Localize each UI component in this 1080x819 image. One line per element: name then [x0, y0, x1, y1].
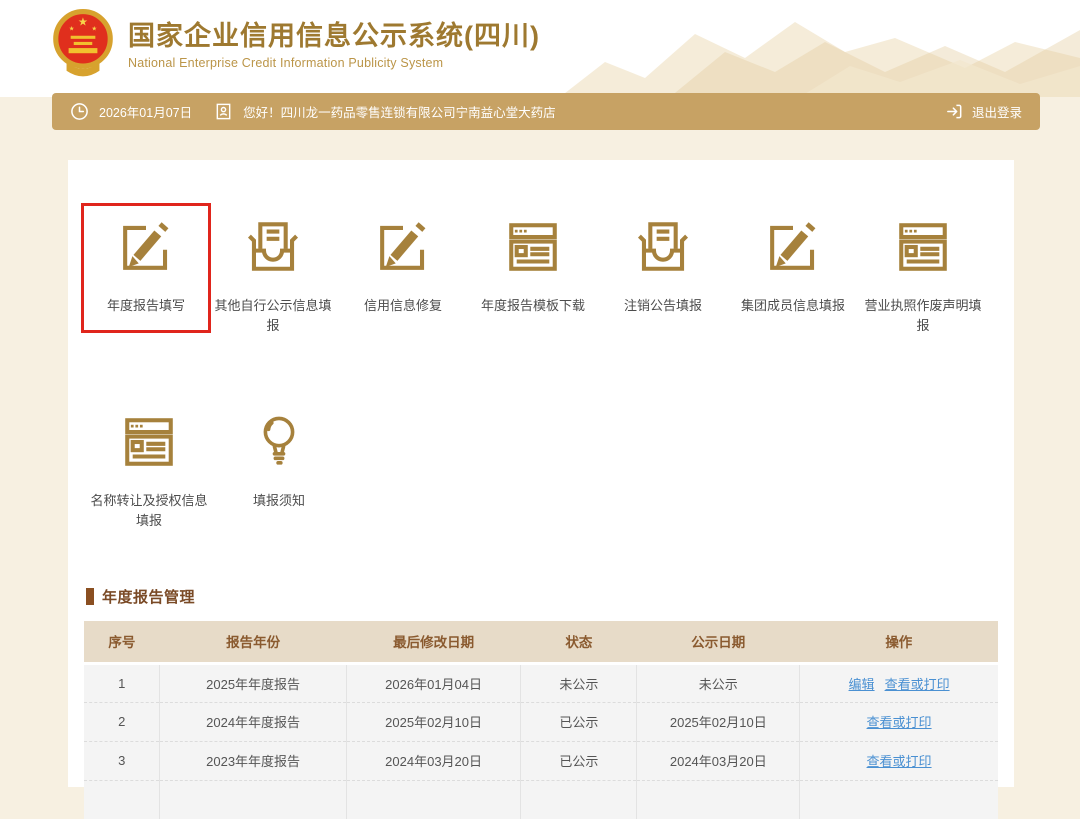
col-header-no: 序号	[84, 621, 160, 663]
grid-item-label: 营业执照作废声明填报	[860, 296, 986, 335]
mountain-artwork	[560, 0, 1080, 97]
section-title: 年度报告管理	[102, 586, 195, 607]
grid-item-name-transfer-authorization[interactable]: 名称转让及授权信息填报	[84, 401, 214, 544]
cell-no: 2	[84, 702, 160, 741]
cell-report-year: 2025年年度报告	[160, 663, 346, 702]
edit-pencil-icon	[764, 218, 822, 276]
user-id-icon	[214, 102, 233, 121]
cell-actions: 编辑查看或打印	[800, 663, 998, 702]
cell-status: 已公示	[521, 702, 637, 741]
view-or-print-link[interactable]: 查看或打印	[867, 754, 932, 769]
user-greeting: 您好！四川龙一药品零售连锁有限公司宁南益心堂大药店	[243, 102, 556, 121]
inbox-document-icon	[634, 218, 692, 276]
cell-no: 1	[84, 663, 160, 702]
brand-text: 国家企业信用信息公示系统(四川) National Enterprise Cre…	[128, 20, 540, 71]
cell-actions: 查看或打印	[800, 702, 998, 741]
edit-link[interactable]: 编辑	[849, 677, 875, 692]
page-header: ★ ★ ★ 国家企业信用信息公示系统(四川) National Enterpri…	[0, 0, 1080, 97]
cell-publish-date: 2025年02月10日	[637, 702, 800, 741]
brand: ★ ★ ★ 国家企业信用信息公示系统(四川) National Enterpri…	[52, 8, 540, 82]
inbox-document-icon	[244, 218, 302, 276]
logout-label: 退出登录	[972, 102, 1022, 121]
annual-report-section-header: 年度报告管理	[86, 586, 998, 607]
grid-item-label: 名称转让及授权信息填报	[86, 491, 212, 530]
view-or-print-link[interactable]: 查看或打印	[885, 677, 950, 692]
grid-item-deregistration-announcement[interactable]: 注销公告填报	[598, 206, 728, 330]
col-header-report-year: 报告年份	[160, 621, 346, 663]
template-window-icon	[504, 218, 562, 276]
grid-item-license-invalidation-declaration[interactable]: 营业执照作废声明填报	[858, 206, 988, 349]
grid-item-label: 填报须知	[216, 491, 342, 511]
svg-text:★: ★	[69, 26, 75, 33]
grid-item-other-publicity-fill[interactable]: 其他自行公示信息填报	[208, 206, 338, 349]
logout-button[interactable]: 退出登录	[945, 102, 1022, 121]
cell-last-modified: 2025年02月10日	[346, 702, 521, 741]
clock-icon	[70, 102, 89, 121]
table-row: 1 2025年年度报告 2026年01月04日 未公示 未公示 编辑查看或打印	[84, 663, 998, 702]
grid-item-label: 年度报告模板下载	[470, 296, 596, 316]
section-marker	[86, 588, 94, 605]
grid-item-label: 其他自行公示信息填报	[210, 296, 336, 335]
grid-item-filing-instructions[interactable]: 填报须知	[214, 401, 344, 525]
main-content-card: 年度报告填写 其他自行公示信息填报	[68, 160, 1014, 787]
cell-last-modified: 2026年01月04日	[346, 663, 521, 702]
view-or-print-link[interactable]: 查看或打印	[867, 715, 932, 730]
grid-item-label: 信用信息修复	[340, 296, 466, 316]
svg-text:★: ★	[78, 16, 88, 28]
template-window-icon	[120, 413, 178, 471]
template-window-icon	[894, 218, 952, 276]
table-row-partial	[84, 780, 998, 819]
cell-report-year: 2024年年度报告	[160, 702, 346, 741]
user-status-bar: 2026年01月07日 您好！四川龙一药品零售连锁有限公司宁南益心堂大药店 退出…	[52, 93, 1040, 130]
col-header-publish-date: 公示日期	[637, 621, 800, 663]
site-title: 国家企业信用信息公示系统(四川)	[128, 20, 540, 54]
col-header-last-modified: 最后修改日期	[346, 621, 521, 663]
grid-item-credit-repair[interactable]: 信用信息修复	[338, 206, 468, 330]
site-subtitle: National Enterprise Credit Information P…	[128, 56, 540, 70]
grid-item-label: 集团成员信息填报	[730, 296, 856, 316]
lightbulb-icon	[250, 413, 308, 471]
function-grid-row-1: 年度报告填写 其他自行公示信息填报	[84, 206, 998, 349]
annual-report-table: 序号 报告年份 最后修改日期 状态 公示日期 操作 1 2025年年度报告 20…	[84, 621, 998, 819]
current-date: 2026年01月07日	[99, 102, 192, 121]
grid-item-group-member-info[interactable]: 集团成员信息填报	[728, 206, 858, 330]
logout-icon	[945, 102, 964, 121]
table-row: 2 2024年年度报告 2025年02月10日 已公示 2025年02月10日 …	[84, 702, 998, 741]
table-header-row: 序号 报告年份 最后修改日期 状态 公示日期 操作	[84, 621, 998, 663]
grid-item-label: 年度报告填写	[86, 296, 206, 316]
grid-item-annual-report-template-download[interactable]: 年度报告模板下载	[468, 206, 598, 330]
edit-pencil-icon	[117, 218, 175, 276]
col-header-status: 状态	[521, 621, 637, 663]
svg-text:★: ★	[92, 26, 98, 33]
col-header-actions: 操作	[800, 621, 998, 663]
cell-publish-date: 未公示	[637, 663, 800, 702]
edit-pencil-icon	[374, 218, 432, 276]
grid-item-annual-report-fill[interactable]: 年度报告填写	[81, 203, 211, 333]
cell-status: 未公示	[521, 663, 637, 702]
function-grid-row-2: 名称转让及授权信息填报 填报须知	[84, 401, 998, 544]
grid-item-label: 注销公告填报	[600, 296, 726, 316]
national-emblem-logo: ★ ★ ★	[52, 8, 114, 82]
